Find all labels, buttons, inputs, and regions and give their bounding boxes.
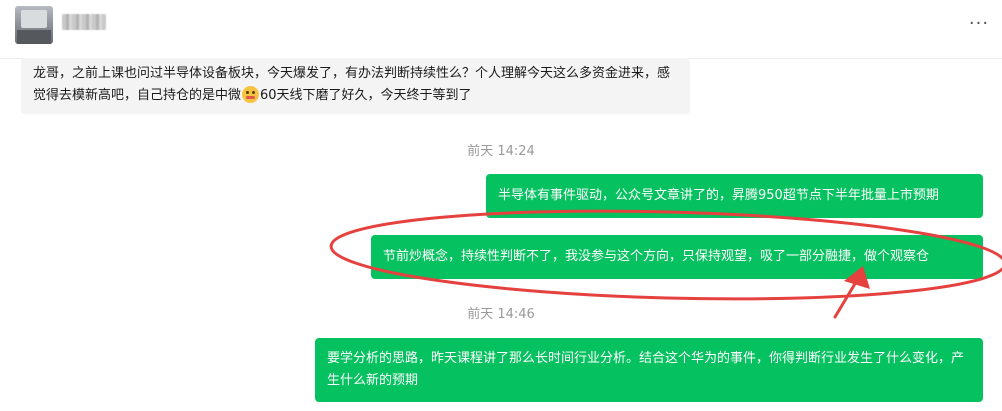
chat-header: **** ··· — [0, 0, 1002, 59]
message-timestamp: 前天 14:24 — [467, 144, 535, 159]
incoming-message[interactable]: 龙哥，之前上课也问过半导体设备板块，今天爆发了，有办法判断持续性么？个人理解今天… — [21, 58, 690, 114]
more-options-button[interactable]: ··· — [966, 14, 992, 38]
outgoing-message-highlighted[interactable]: 节前炒概念，持续性判断不了，我没参与这个方向，只保持观望，吸了一部分融捷，做个观… — [371, 235, 983, 279]
outgoing-message[interactable]: 要学分析的思路，昨天课程讲了那么长时间行业分析。结合这个华为的事件，你得判断行业… — [315, 338, 983, 402]
contact-avatar[interactable] — [15, 6, 53, 44]
outgoing-message[interactable]: 半导体有事件驱动，公众号文章讲了的，昇腾950超节点下半年批量上市预期 — [486, 174, 983, 218]
message-timestamp: 前天 14:46 — [467, 307, 535, 322]
contact-name: **** — [62, 14, 106, 30]
face-icon — [242, 86, 260, 103]
incoming-message-text-tail: 60天线下磨了好久，今天终于等到了 — [260, 88, 472, 103]
